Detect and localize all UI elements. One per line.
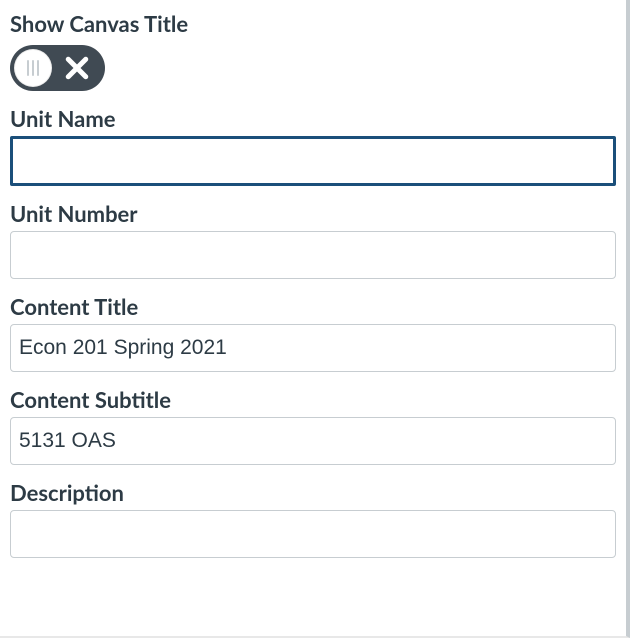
unit-name-label: Unit Name bbox=[10, 105, 616, 132]
show-canvas-title-label: Show Canvas Title bbox=[10, 10, 616, 37]
description-input[interactable] bbox=[10, 510, 616, 558]
toggle-knob bbox=[14, 49, 52, 87]
unit-number-label: Unit Number bbox=[10, 200, 616, 227]
form-panel: Show Canvas Title Unit Name Unit Number … bbox=[0, 0, 630, 638]
description-label: Description bbox=[10, 479, 616, 506]
x-icon bbox=[52, 53, 101, 83]
content-subtitle-label: Content Subtitle bbox=[10, 386, 616, 413]
unit-number-input[interactable] bbox=[10, 231, 616, 279]
content-title-label: Content Title bbox=[10, 293, 616, 320]
content-title-input[interactable] bbox=[10, 324, 616, 372]
content-subtitle-input[interactable] bbox=[10, 417, 616, 465]
unit-name-input[interactable] bbox=[10, 136, 616, 186]
show-canvas-title-toggle[interactable] bbox=[10, 45, 105, 91]
